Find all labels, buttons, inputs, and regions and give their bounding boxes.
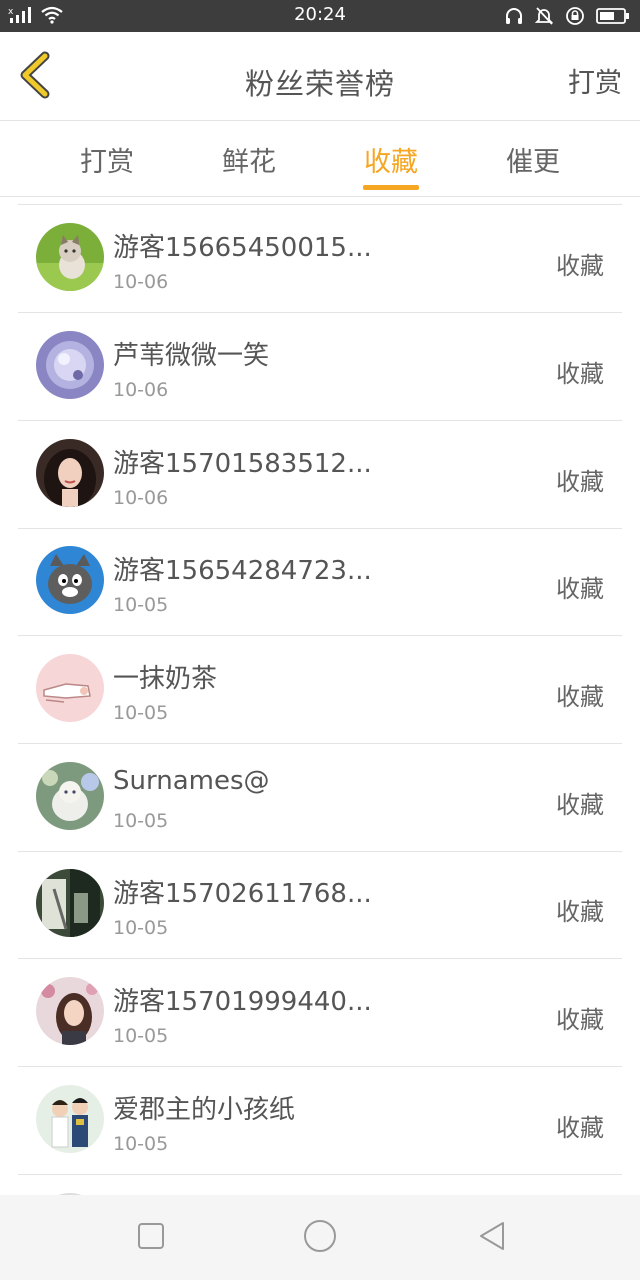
bell-muted-icon [534,6,554,30]
date: 10-05 [113,702,169,724]
user-name: 芦苇微微一笑 [113,341,270,371]
rotation-lock-icon [564,6,586,30]
favorite-label: 收藏 [556,360,604,388]
favorite-label: 收藏 [556,252,604,280]
user-name: 爱郡主的小孩纸 [113,1095,296,1125]
favorite-label: 收藏 [556,1006,604,1034]
hand-drawing-avatar [36,654,104,722]
date: 10-05 [113,810,169,832]
user-name: 游客15701583512... [113,449,372,479]
list-item[interactable]: 游客15654284723... 10-05 收藏 [18,528,622,636]
date: 10-06 [113,271,169,293]
girl-blossom-avatar [36,977,104,1045]
favorite-label: 收藏 [556,1114,604,1142]
date: 10-05 [113,917,169,939]
square-icon [137,1222,165,1254]
user-name: Surnames@ [113,766,270,796]
user-name: 游客15654284723... [113,556,372,586]
list-item[interactable]: 游客15665450015... 10-06 收藏 [18,205,622,313]
back-nav-button[interactable] [475,1221,509,1255]
date: 10-06 [113,379,169,401]
list-item[interactable]: 爱郡主的小孩纸 10-05 收藏 [18,1067,622,1175]
fluffy-cat-avatar [36,762,104,830]
favorite-label: 收藏 [556,898,604,926]
tab-bar: 打赏 鲜花 收藏 催更 [0,122,640,197]
bubble-avatar [36,331,104,399]
triangle-back-icon [477,1220,507,1256]
headphones-icon [504,6,524,30]
woman-portrait-avatar [36,439,104,507]
fan-list[interactable]: 游客15665450015... 10-06 收藏 芦苇微微一笑 10-06 收… [0,197,640,1195]
couple-avatar [36,1085,104,1153]
user-name: 游客15701999440... [113,987,372,1017]
list-item[interactable]: 一抹奶茶 10-05 收藏 [18,636,622,744]
date: 10-05 [113,1133,169,1155]
user-name: 一抹奶茶 [113,664,218,694]
home-button[interactable] [303,1219,337,1257]
tab-reward[interactable]: 打赏 [47,140,167,179]
list-item[interactable]: 游客15701583512... 10-06 收藏 [18,421,622,529]
list-item[interactable]: 游客15702611768... 10-05 收藏 [18,851,622,959]
battery-icon [596,7,630,29]
favorite-label: 收藏 [556,791,604,819]
user-name: 游客15702611768... [113,879,372,909]
system-nav-bar [0,1195,640,1280]
list-item[interactable]: Surnames@ 10-05 收藏 [18,744,622,852]
active-tab-indicator [363,185,419,190]
date: 10-06 [113,487,169,509]
kitten-avatar [36,223,104,291]
date: 10-05 [113,594,169,616]
status-bar: x 20:24 [0,0,640,32]
reward-button[interactable]: 打赏 [568,61,622,100]
circle-icon [303,1219,337,1257]
list-item[interactable]: 芦苇微微一笑 10-06 收藏 [18,313,622,421]
user-name: 游客15665450015... [113,233,372,263]
favorite-label: 收藏 [556,468,604,496]
street-photo-avatar [36,869,104,937]
tab-urge-update[interactable]: 催更 [473,140,593,179]
header: 粉丝荣誉榜 打赏 [0,32,640,121]
favorite-label: 收藏 [556,683,604,711]
recent-apps-button[interactable] [134,1221,168,1255]
list-item[interactable]: 游客15701999440... 10-05 收藏 [18,959,622,1067]
page-title: 粉丝荣誉榜 [244,67,395,101]
list-item[interactable] [18,1175,622,1195]
favorite-label: 收藏 [556,575,604,603]
tab-favorites[interactable]: 收藏 [331,140,451,179]
tab-flowers[interactable]: 鲜花 [189,140,309,179]
date: 10-05 [113,1025,169,1047]
cartoon-cat-avatar [36,546,104,614]
